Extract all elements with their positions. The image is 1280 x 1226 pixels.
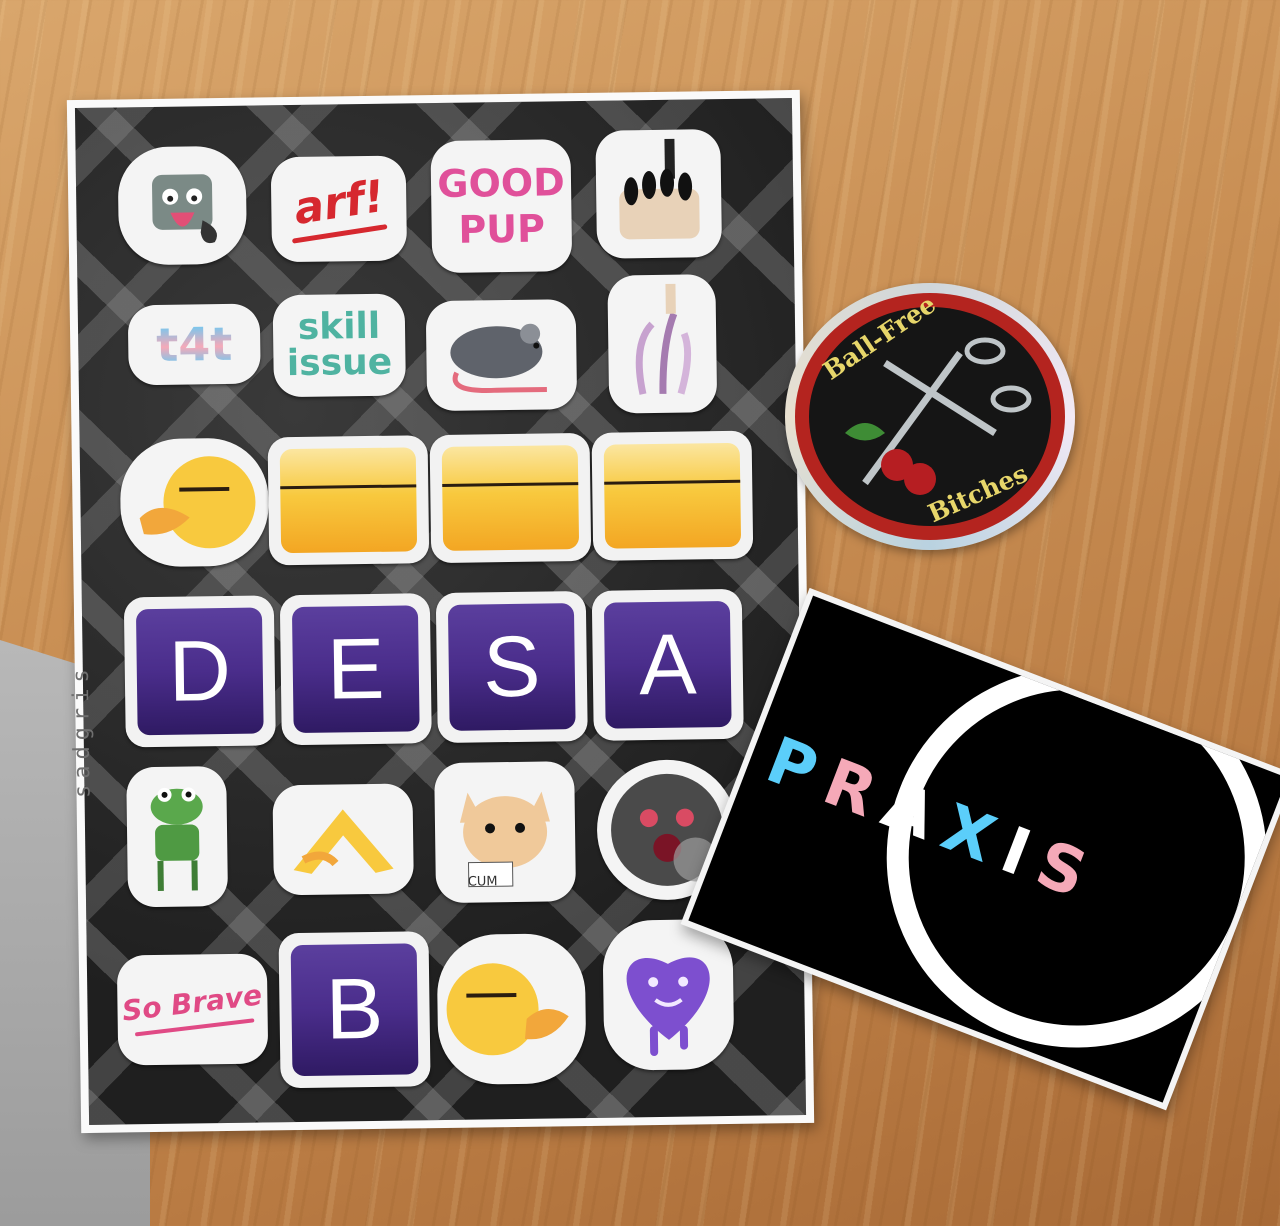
letter-tile-d: D <box>123 595 276 748</box>
melting-face-icon <box>139 456 256 549</box>
hand-black-nails-icon <box>618 138 700 240</box>
purple-heart-icon <box>626 957 710 1057</box>
cat-sticker: CUM <box>434 761 577 904</box>
cat-cum-label: CUM <box>467 874 498 890</box>
creature-icon <box>152 174 217 244</box>
yellow-bar-tile-1 <box>267 435 430 566</box>
good-pup-sticker: GOOD PUP <box>430 139 573 274</box>
t4t-sticker: t4t <box>127 303 261 386</box>
letter-tile-e: E <box>279 593 432 746</box>
hand-gesture-sticker <box>272 783 414 896</box>
t4t-text: t4t <box>155 316 233 372</box>
praxis-letter-p: P <box>756 723 828 810</box>
so-brave-sticker: So Brave <box>116 953 269 1066</box>
ball-free-sticker: Ball-Free Bitches <box>785 283 1075 550</box>
cat-icon <box>459 791 550 888</box>
nails-hand-sticker <box>595 129 723 259</box>
tentacle-icon <box>635 283 692 395</box>
creature-tongue-sticker <box>117 145 248 266</box>
praxis-sticker: P R A X I S <box>680 565 1280 1111</box>
arf-sticker: arf! <box>270 155 408 263</box>
letter-tile-b: B <box>278 931 431 1089</box>
hand-gesture-icon <box>293 809 394 874</box>
purple-heart-sticker <box>602 918 735 1071</box>
sticker-sheet: sadgris arf! GOOD PUP t4t skill issue D … <box>66 89 815 1134</box>
sheet-background: sadgris arf! GOOD PUP t4t skill issue D … <box>69 98 807 1125</box>
arf-text: arf! <box>290 170 388 236</box>
rat-sticker <box>425 299 578 412</box>
letter-tile-s: S <box>435 590 588 744</box>
letter-d: D <box>135 607 264 736</box>
tentacle-sticker <box>607 274 718 414</box>
yellow-bar-tile-3 <box>591 430 754 561</box>
praxis-card: P R A X I S <box>680 587 1280 1111</box>
letter-tile-a: A <box>591 588 744 741</box>
skill-issue-sticker: skill issue <box>272 293 406 398</box>
melting-face-right-icon <box>446 963 569 1056</box>
praxis-letter-a: A <box>872 767 946 855</box>
praxis-black-field: P R A X I S <box>688 595 1280 1103</box>
good-pup-line1: GOOD <box>437 160 565 207</box>
rat-icon <box>450 323 547 394</box>
letter-b: B <box>290 943 419 1077</box>
issue-text: issue <box>286 341 393 385</box>
skill-text: skill <box>297 305 381 348</box>
letter-e: E <box>291 605 420 734</box>
good-pup-line2: PUP <box>458 206 546 252</box>
letter-a: A <box>603 600 732 729</box>
emoji-right-half-sticker <box>436 933 587 1086</box>
letter-s: S <box>447 603 576 731</box>
frog-chair-icon <box>150 787 203 891</box>
sheet-watermark: sadgris <box>68 663 96 799</box>
emoji-left-half-sticker <box>119 437 270 568</box>
praxis-letter-r: R <box>813 745 887 833</box>
yellow-bar-tile-2 <box>429 432 592 564</box>
frog-chair-sticker <box>126 766 229 908</box>
